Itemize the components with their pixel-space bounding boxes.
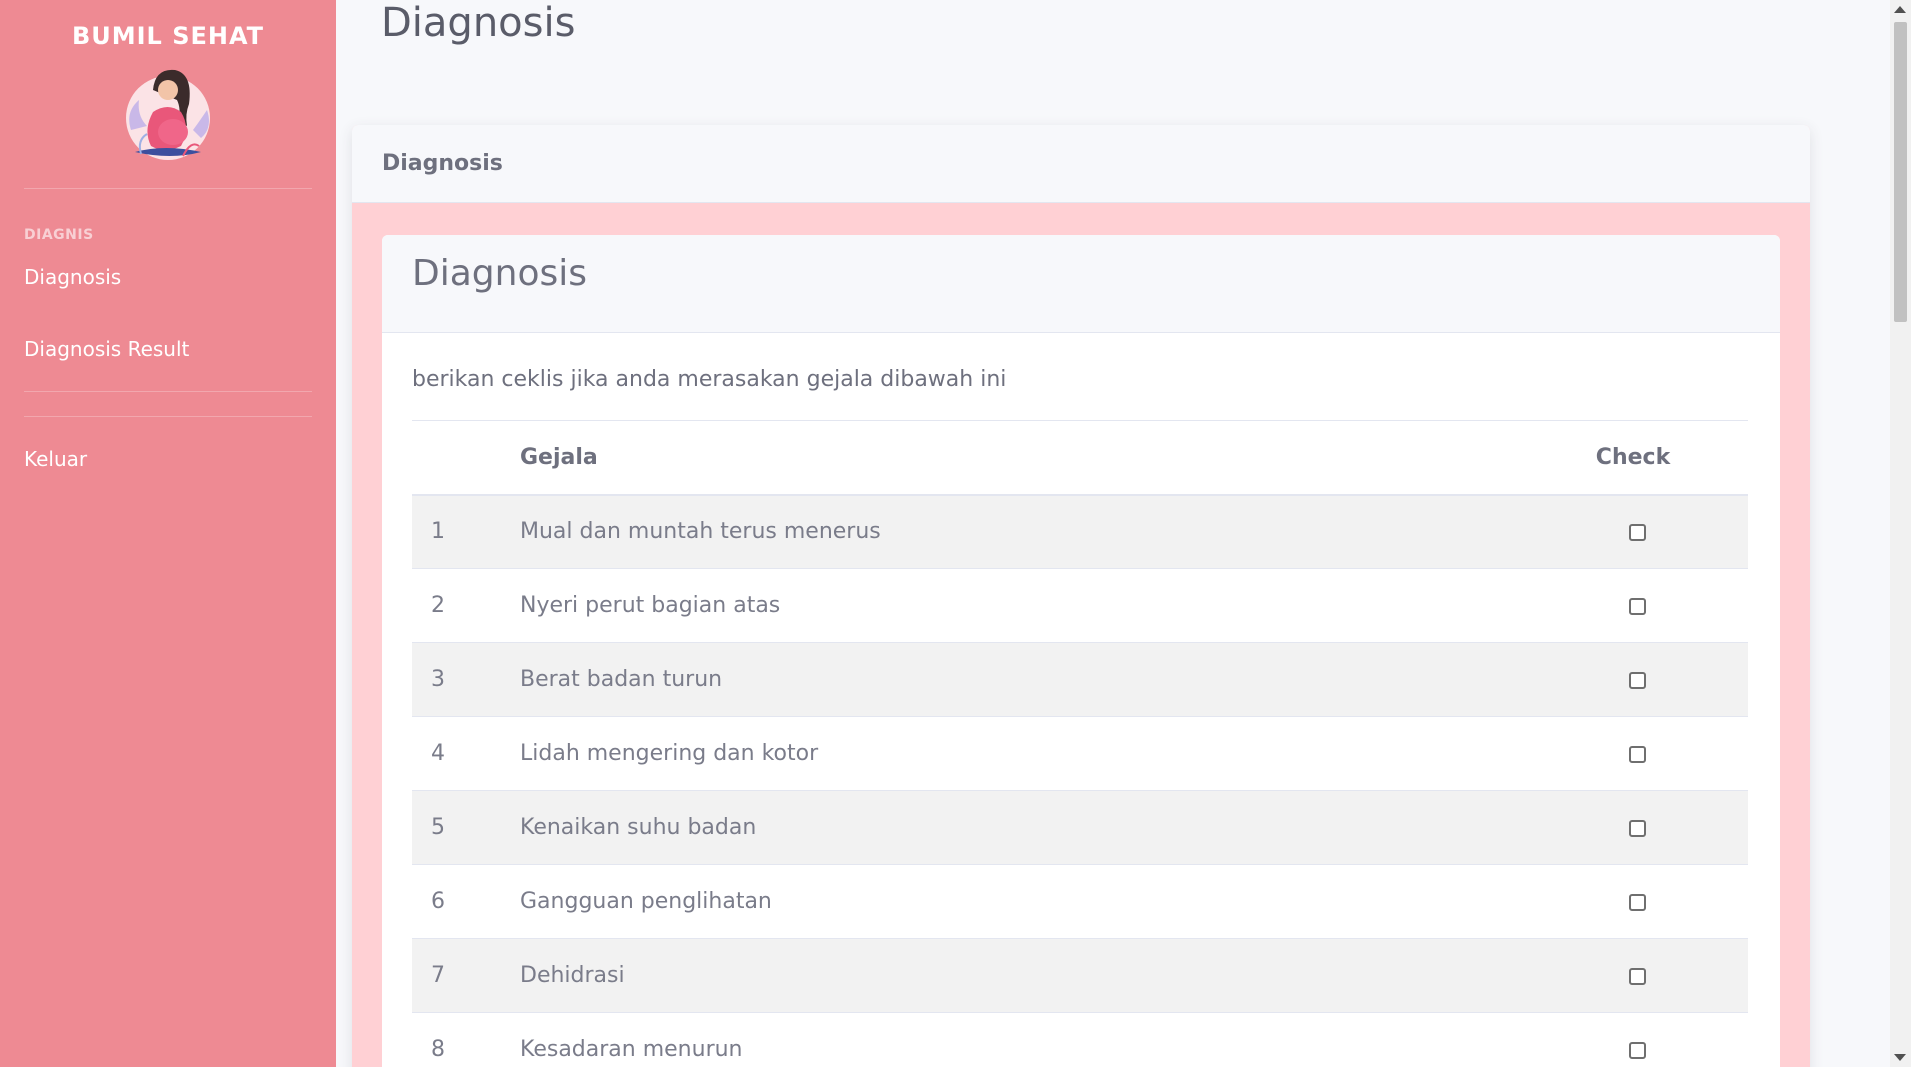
diagnosis-form-card: Diagnosis berikan ceklis jika anda meras… [382, 235, 1780, 1067]
table-header-row: Gejala Check [412, 420, 1748, 496]
symptom-checkbox[interactable] [1628, 819, 1646, 837]
symptom-checkbox[interactable] [1628, 893, 1646, 911]
sidebar-item-keluar[interactable]: Keluar [0, 417, 336, 491]
symptom-label: Gangguan penglihatan [520, 864, 1548, 939]
symptom-checkbox[interactable] [1628, 597, 1646, 615]
instruction-text: berikan ceklis jika anda merasakan gejal… [412, 367, 1007, 392]
check-cell [1548, 568, 1748, 643]
table-row: 4 Lidah mengering dan kotor [412, 716, 1748, 791]
symptom-label: Kesadaran menurun [520, 1012, 1548, 1067]
page-title: Diagnosis [381, 0, 576, 46]
pregnant-woman-logo-icon [126, 69, 210, 160]
scroll-down-arrow-icon[interactable] [1894, 1054, 1906, 1061]
table-row: 6 Gangguan penglihatan [412, 864, 1748, 939]
scrollbar-thumb[interactable] [1894, 22, 1907, 322]
symptom-label: Mual dan muntah terus menerus [520, 494, 1548, 569]
sidebar-heading: DIAGNIS [24, 227, 94, 243]
column-header-number [412, 420, 520, 496]
table-row: 7 Dehidrasi [412, 938, 1748, 1013]
symptom-label: Lidah mengering dan kotor [520, 716, 1548, 791]
table-row: 8 Kesadaran menurun [412, 1012, 1748, 1067]
table-row: 1 Mual dan muntah terus menerus [412, 494, 1748, 569]
symptom-label: Nyeri perut bagian atas [520, 568, 1548, 643]
brand-title: BUMIL SEHAT [71, 22, 265, 50]
check-cell [1548, 642, 1748, 717]
row-number: 7 [412, 938, 520, 1013]
symptom-checkbox[interactable] [1628, 745, 1646, 763]
vertical-scrollbar[interactable] [1890, 0, 1911, 1067]
symptom-checkbox[interactable] [1628, 523, 1646, 541]
symptom-label: Dehidrasi [520, 938, 1548, 1013]
check-cell [1548, 790, 1748, 865]
row-number: 4 [412, 716, 520, 791]
form-title: Diagnosis [382, 235, 1780, 333]
sidebar-divider [24, 391, 312, 392]
sidebar: BUMIL SEHAT DIAGNIS Diagnosis Diagnosis … [0, 0, 336, 1067]
symptom-checkbox[interactable] [1628, 671, 1646, 689]
check-cell [1548, 938, 1748, 1013]
symptom-table: Gejala Check 1 Mual dan muntah terus men… [412, 420, 1748, 1067]
sidebar-item-diagnosis-result[interactable]: Diagnosis Result [0, 337, 336, 391]
row-number: 3 [412, 642, 520, 717]
check-cell [1548, 1012, 1748, 1067]
row-number: 6 [412, 864, 520, 939]
form-body: berikan ceklis jika anda merasakan gejal… [382, 333, 1780, 1067]
check-cell [1548, 494, 1748, 569]
symptom-label: Berat badan turun [520, 642, 1548, 717]
symptom-checkbox[interactable] [1628, 967, 1646, 985]
check-cell [1548, 716, 1748, 791]
table-row: 5 Kenaikan suhu badan [412, 790, 1748, 865]
scroll-up-arrow-icon[interactable] [1894, 6, 1906, 13]
column-header-gejala: Gejala [520, 420, 1548, 496]
row-number: 8 [412, 1012, 520, 1067]
diagnosis-card: Diagnosis Diagnosis berikan ceklis jika … [352, 125, 1810, 1067]
symptom-checkbox[interactable] [1628, 1041, 1646, 1059]
sidebar-item-diagnosis[interactable]: Diagnosis [0, 251, 336, 337]
row-number: 1 [412, 494, 520, 569]
table-row: 3 Berat badan turun [412, 642, 1748, 717]
row-number: 2 [412, 568, 520, 643]
row-number: 5 [412, 790, 520, 865]
card-header: Diagnosis [352, 125, 1810, 203]
table-row: 2 Nyeri perut bagian atas [412, 568, 1748, 643]
check-cell [1548, 864, 1748, 939]
column-header-check: Check [1548, 420, 1748, 496]
brand[interactable]: BUMIL SEHAT [0, 0, 336, 170]
symptom-label: Kenaikan suhu badan [520, 790, 1548, 865]
